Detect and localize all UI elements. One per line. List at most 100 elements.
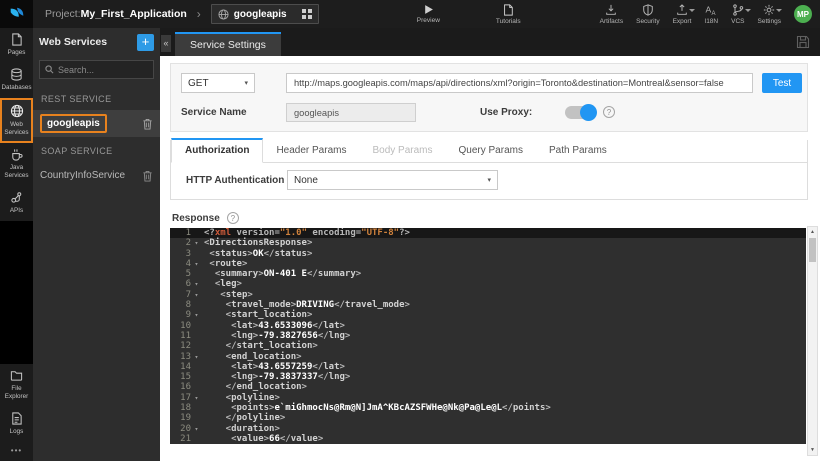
tab-query-params[interactable]: Query Params — [446, 140, 536, 162]
sidebar-item-web-services[interactable]: Web Services — [0, 97, 33, 144]
response-help-icon[interactable]: ? — [226, 212, 239, 224]
trash-icon[interactable] — [142, 118, 153, 130]
web-services-label: Web Services — [4, 120, 29, 136]
fold-arrow-icon[interactable]: ▾ — [191, 310, 202, 320]
topbar-actions: Artifacts Security Export A A I18N VCS S… — [600, 3, 812, 25]
fold-arrow-icon — [191, 321, 202, 331]
service-name-input[interactable] — [286, 103, 416, 122]
fold-arrow-icon — [191, 331, 202, 341]
left-nav-strip: Pages Databases Web Services Java Servic… — [0, 28, 33, 461]
settings-button[interactable]: Settings — [758, 4, 783, 25]
apis-label: APIs — [9, 207, 24, 215]
fold-arrow-icon — [191, 434, 202, 444]
caret-down-icon: ▾ — [487, 177, 491, 184]
service-item-countryinfoservice[interactable]: CountryInfoService — [33, 162, 160, 189]
fold-arrow-icon[interactable]: ▾ — [191, 424, 202, 434]
vcs-branch-icon — [732, 3, 751, 16]
tab-service-settings[interactable]: Service Settings — [175, 32, 281, 56]
tutorials-button[interactable]: Tutorials — [495, 3, 521, 25]
service-item-googleapis[interactable]: googleapis — [33, 110, 160, 137]
play-icon — [423, 4, 434, 15]
pages-icon — [10, 33, 23, 46]
sidebar-item-file-explorer[interactable]: File Explorer — [0, 364, 33, 407]
sidebar-item-databases[interactable]: Databases — [0, 63, 33, 98]
http-authentication-select[interactable]: None ▾ — [287, 170, 498, 190]
i18n-button[interactable]: A A I18N — [704, 4, 718, 24]
fold-arrow-icon[interactable]: ▾ — [191, 259, 202, 269]
fold-arrow-icon — [191, 269, 202, 279]
fold-arrow-icon[interactable]: ▾ — [191, 238, 202, 248]
user-avatar[interactable]: MP — [794, 5, 812, 23]
artifacts-icon — [605, 4, 617, 16]
panel-title: Web Services — [39, 36, 108, 48]
fold-arrow-icon — [191, 341, 202, 351]
project-breadcrumb: Project:My_First_Application — [45, 8, 187, 20]
selected-service-name: googleapis — [40, 114, 107, 133]
search-input[interactable] — [58, 64, 148, 75]
response-code-editor[interactable]: 1 <?xml version="1.0" encoding="UTF-8"?> 2… — [170, 228, 806, 444]
fold-arrow-icon[interactable]: ▾ — [191, 352, 202, 362]
add-service-button[interactable]: + — [137, 33, 154, 51]
fold-arrow-icon[interactable]: ▾ — [191, 290, 202, 300]
code-line: 13 ▾ <end_location> — [180, 351, 302, 362]
panel-collapse-button[interactable]: « — [161, 35, 171, 52]
security-button[interactable]: Security — [636, 3, 660, 25]
workspace: Service Settings GET ▾ Test Service Name… — [160, 28, 820, 461]
fold-arrow-icon — [191, 413, 202, 423]
code-line: 15 <lng>-79.3837337</lng> — [180, 372, 351, 383]
scrollbar-thumb[interactable] — [809, 238, 816, 262]
grid-icon[interactable] — [301, 9, 312, 19]
response-label: Response — [172, 212, 220, 224]
caret-down-icon — [688, 8, 695, 12]
code-line: 17 ▾ <polyline> — [180, 392, 280, 403]
artifacts-label: Artifacts — [599, 17, 624, 25]
tab-authorization[interactable]: Authorization — [171, 138, 264, 163]
trash-icon[interactable] — [142, 170, 153, 182]
save-icon[interactable] — [796, 35, 810, 49]
fold-arrow-icon — [191, 403, 202, 413]
service-name-label: Service Name — [181, 107, 247, 118]
code-line: 4 ▾ <route> — [185, 258, 248, 269]
tab-body-params: Body Params — [372, 145, 433, 156]
sidebar-item-logs[interactable]: Logs — [0, 407, 33, 442]
sidebar-item-java-services[interactable]: Java Services — [0, 143, 33, 186]
artifacts-button[interactable]: Artifacts — [600, 4, 623, 25]
use-proxy-toggle[interactable] — [565, 104, 597, 121]
code-line: 18 <points>e`miGhmocNs@Rm@N]JmA^KBcAZSFW… — [180, 403, 551, 414]
security-shield-icon — [642, 3, 654, 16]
service-selector[interactable]: googleapis — [210, 4, 319, 24]
i18n-icon: A A — [705, 4, 718, 16]
tutorials-label: Tutorials — [495, 17, 521, 25]
request-url-input[interactable] — [286, 73, 753, 93]
more-icon[interactable]: ••• — [0, 442, 33, 461]
web-services-panel: Web Services + REST SERVICE googleapis S… — [33, 28, 160, 461]
service-selector-value: googleapis — [233, 8, 287, 20]
scroll-down-arrow[interactable]: ▼ — [808, 445, 817, 455]
fold-arrow-icon — [191, 372, 202, 382]
test-button[interactable]: Test — [762, 73, 802, 93]
preview-button[interactable]: Preview — [417, 4, 440, 24]
settings-gear-icon — [763, 4, 783, 16]
sidebar-item-pages[interactable]: Pages — [0, 28, 33, 63]
code-line: 20 ▾ <duration> — [180, 423, 280, 434]
proxy-help-icon[interactable]: ? — [603, 106, 615, 118]
tab-path-params[interactable]: Path Params — [536, 140, 620, 162]
fold-arrow-icon[interactable]: ▾ — [191, 279, 202, 289]
scroll-up-arrow[interactable]: ▲ — [808, 227, 817, 237]
preview-label: Preview — [416, 17, 440, 24]
topbar: Project:My_First_Application › googleapi… — [0, 0, 820, 28]
http-authentication-value: None — [294, 174, 318, 186]
tab-header-params[interactable]: Header Params — [263, 140, 359, 162]
vcs-button[interactable]: VCS — [731, 3, 751, 25]
export-button[interactable]: Export — [673, 3, 695, 25]
sidebar-item-apis[interactable]: APIs — [0, 186, 33, 221]
fold-arrow-icon[interactable]: ▾ — [191, 393, 202, 403]
wavemaker-logo[interactable] — [0, 0, 33, 28]
http-method-select[interactable]: GET ▾ — [181, 73, 255, 93]
caret-down-icon: ▾ — [244, 80, 248, 87]
svg-text:A: A — [711, 11, 715, 16]
code-line: 1 <?xml version="1.0" encoding="UTF-8"?> — [170, 228, 806, 239]
code-line: 5 <summary>ON-401 E</summary> — [185, 269, 362, 280]
params-card: Authorization Header Params Body Params … — [170, 138, 808, 200]
response-scrollbar: ▲ ▼ — [807, 226, 818, 456]
